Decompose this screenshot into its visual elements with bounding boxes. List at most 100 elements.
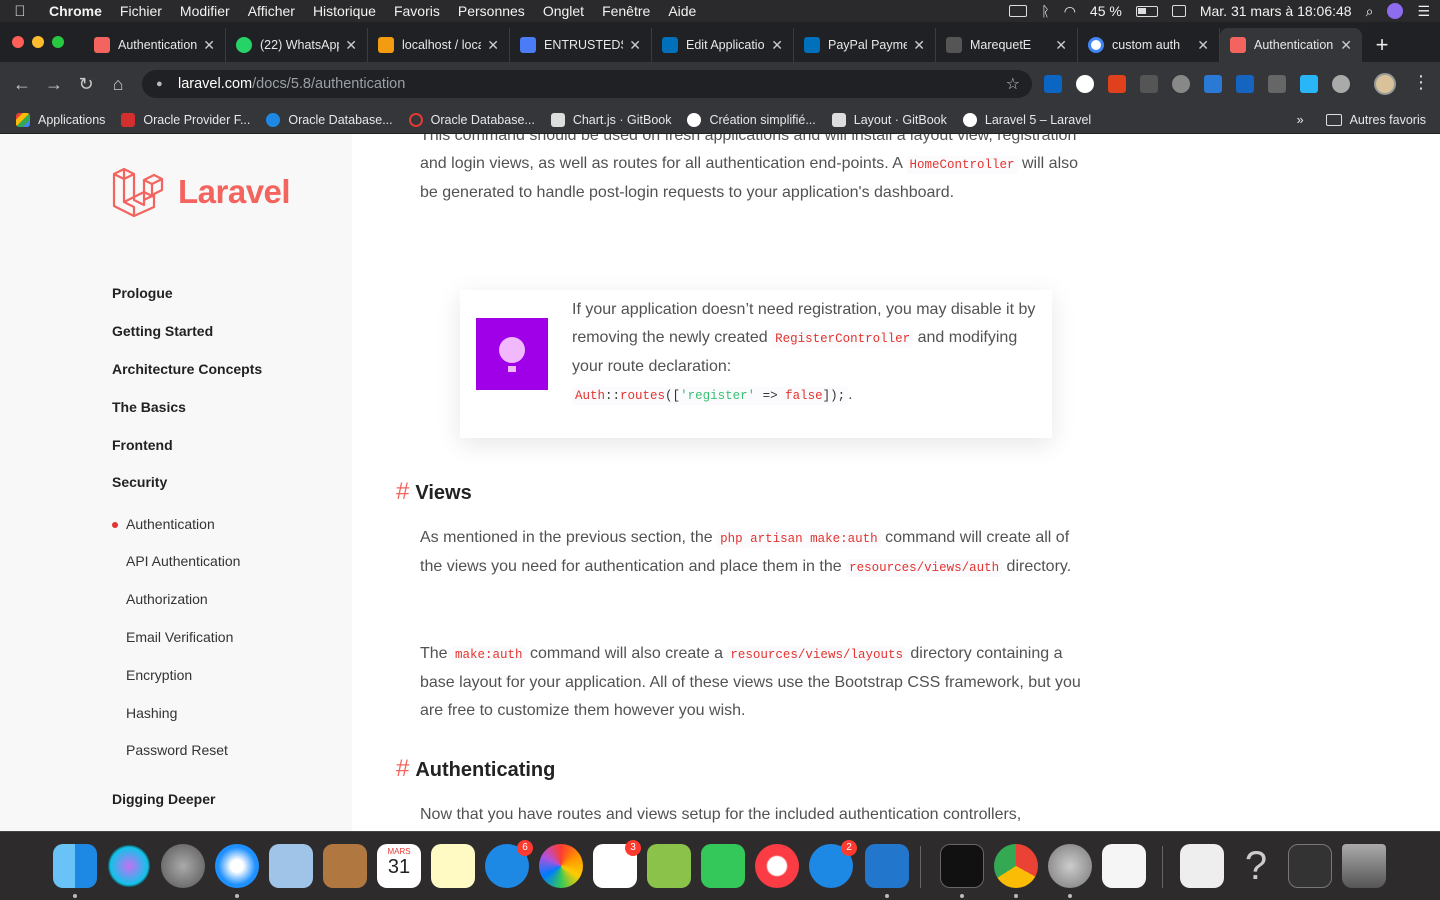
menubar-clock[interactable]: Mar. 31 mars à 18:06:48	[1200, 3, 1352, 19]
menu-modifier[interactable]: Modifier	[171, 3, 239, 19]
question-mark-icon[interactable]: ?	[1234, 844, 1278, 888]
mail-icon[interactable]	[269, 844, 313, 888]
back-arrow-icon[interactable]: ←	[6, 74, 38, 95]
home-icon[interactable]: ⌂	[102, 74, 134, 95]
input-source-icon[interactable]	[1171, 5, 1186, 17]
menu-favoris[interactable]: Favoris	[385, 3, 449, 19]
new-tab-button[interactable]: +	[1362, 28, 1402, 62]
menu-app-name[interactable]: Chrome	[40, 3, 111, 19]
spotlight-search-icon[interactable]: ⌕	[1366, 3, 1374, 20]
textedit-icon[interactable]	[1102, 844, 1146, 888]
dev-extension-icon[interactable]	[1108, 75, 1126, 93]
nav-encryption[interactable]: Encryption	[126, 667, 192, 683]
other-bookmarks-button[interactable]: Autres favoris	[1325, 113, 1426, 127]
siri-icon[interactable]	[1387, 3, 1404, 19]
nav-email-verification[interactable]: Email Verification	[126, 629, 233, 645]
reload-icon[interactable]: ↻	[70, 74, 102, 95]
bookmark-layout-gitbook[interactable]: Layout · GitBook	[831, 112, 947, 127]
calendar-icon[interactable]: MARS 31	[377, 844, 421, 888]
menu-historique[interactable]: Historique	[304, 3, 385, 19]
laravel-logo[interactable]: Laravel	[112, 166, 291, 218]
app-store-icon[interactable]: 2	[809, 840, 857, 888]
nav-password-reset[interactable]: Password Reset	[126, 742, 228, 758]
close-tab-icon[interactable]: ✕	[1340, 37, 1352, 54]
nav-architecture-concepts[interactable]: Architecture Concepts	[112, 361, 262, 377]
close-tab-icon[interactable]: ✕	[629, 37, 641, 54]
close-tab-icon[interactable]: ✕	[487, 37, 499, 54]
chrome-menu-icon[interactable]: ⋮	[1412, 72, 1430, 93]
menu-aide[interactable]: Aide	[659, 3, 705, 19]
maps-icon[interactable]	[647, 844, 691, 888]
close-tab-icon[interactable]: ✕	[1055, 37, 1067, 54]
address-bar[interactable]: ● laravel.com/docs/5.8/authentication ☆	[142, 70, 1032, 98]
finder-icon[interactable]	[53, 844, 97, 888]
profile-avatar[interactable]	[1374, 73, 1396, 95]
menu-onglet[interactable]: Onglet	[534, 3, 593, 19]
apple-icon[interactable]: 	[0, 3, 40, 20]
bookmark-oracle-database-1[interactable]: Oracle Database...	[266, 112, 393, 127]
nav-getting-started[interactable]: Getting Started	[112, 323, 213, 339]
tab-paypal-payment[interactable]: PayPal Payment ✕	[794, 28, 936, 62]
tab-marequete[interactable]: MarequetE ✕	[936, 28, 1078, 62]
tab-custom-auth[interactable]: custom auth ✕	[1078, 28, 1220, 62]
nav-security[interactable]: Security	[112, 474, 167, 490]
anchor-hash[interactable]: #	[396, 755, 409, 782]
close-tab-icon[interactable]: ✕	[1197, 37, 1209, 54]
close-tab-icon[interactable]: ✕	[345, 37, 357, 54]
messages-icon[interactable]: 6	[485, 840, 533, 888]
cloud-extension-icon[interactable]	[1076, 75, 1094, 93]
database-document-icon[interactable]	[1180, 844, 1224, 888]
tab-authentication[interactable]: Authentication ✕	[84, 28, 226, 62]
zoom-window-button[interactable]	[52, 36, 64, 48]
puzzle-extension-icon[interactable]	[1268, 75, 1286, 93]
users-extension-icon[interactable]	[1332, 75, 1350, 93]
tab-edit-application[interactable]: Edit Application ✕	[652, 28, 794, 62]
chrome-icon[interactable]	[994, 844, 1038, 888]
tab-whatsapp[interactable]: (22) WhatsApp ✕	[226, 28, 368, 62]
trash-icon[interactable]	[1342, 844, 1386, 888]
bookmarks-overflow-button[interactable]: »	[1297, 113, 1304, 127]
tab-entrusteds[interactable]: ENTRUSTEDS ✕	[510, 28, 652, 62]
wifi-icon[interactable]: ◠	[1064, 3, 1076, 20]
close-tab-icon[interactable]: ✕	[913, 37, 925, 54]
bookmark-oracle-database-2[interactable]: Oracle Database...	[408, 112, 535, 127]
nav-authorization[interactable]: Authorization	[126, 591, 208, 607]
contacts-icon[interactable]	[323, 844, 367, 888]
reminders-icon[interactable]: 3	[593, 840, 641, 888]
nav-authentication[interactable]: Authentication	[112, 516, 215, 532]
bookmark-applications[interactable]: Applications	[16, 112, 105, 127]
nav-frontend[interactable]: Frontend	[112, 437, 173, 453]
safari-icon[interactable]	[215, 844, 259, 888]
system-preferences-icon[interactable]	[1048, 844, 1092, 888]
anchor-hash[interactable]: #	[396, 478, 409, 505]
translate-extension-icon[interactable]	[1236, 75, 1254, 93]
views-heading[interactable]: # Views	[396, 478, 472, 506]
music-icon[interactable]	[755, 844, 799, 888]
authenticating-heading[interactable]: # Authenticating	[396, 755, 555, 783]
close-window-button[interactable]	[12, 36, 24, 48]
notes-icon[interactable]	[431, 844, 475, 888]
bookmark-laravel-5[interactable]: Laravel 5 – Laravel	[962, 112, 1091, 127]
gear-extension-icon[interactable]	[1172, 75, 1190, 93]
tab-authentication-active[interactable]: Authentication ✕	[1220, 28, 1362, 62]
menu-personnes[interactable]: Personnes	[449, 3, 534, 19]
launchpad-icon[interactable]	[161, 844, 205, 888]
nav-prologue[interactable]: Prologue	[112, 285, 173, 301]
display-icon[interactable]	[1009, 5, 1028, 17]
screenshot-folder-icon[interactable]	[1288, 844, 1332, 888]
battery-percent[interactable]: 45 %	[1090, 3, 1122, 19]
s-extension-icon[interactable]	[1204, 75, 1222, 93]
bookmark-star-icon[interactable]: ☆	[1006, 74, 1020, 94]
forward-arrow-icon[interactable]: →	[38, 74, 70, 95]
bookmark-creation-simplifiee[interactable]: Création simplifié...	[687, 112, 816, 127]
recycle-extension-icon[interactable]	[1140, 75, 1158, 93]
bluetooth-icon[interactable]: ᚱ	[1041, 3, 1049, 19]
photos-icon[interactable]	[539, 844, 583, 888]
bookmark-oracle-provider[interactable]: Oracle Provider F...	[121, 112, 250, 127]
vscode-icon[interactable]	[865, 844, 909, 888]
close-tab-icon[interactable]: ✕	[203, 37, 215, 54]
nav-hashing[interactable]: Hashing	[126, 705, 177, 721]
tab-phpmyadmin[interactable]: localhost / localhost ✕	[368, 28, 510, 62]
lock-icon[interactable]: ●	[156, 78, 168, 90]
nav-digging-deeper[interactable]: Digging Deeper	[112, 791, 215, 807]
